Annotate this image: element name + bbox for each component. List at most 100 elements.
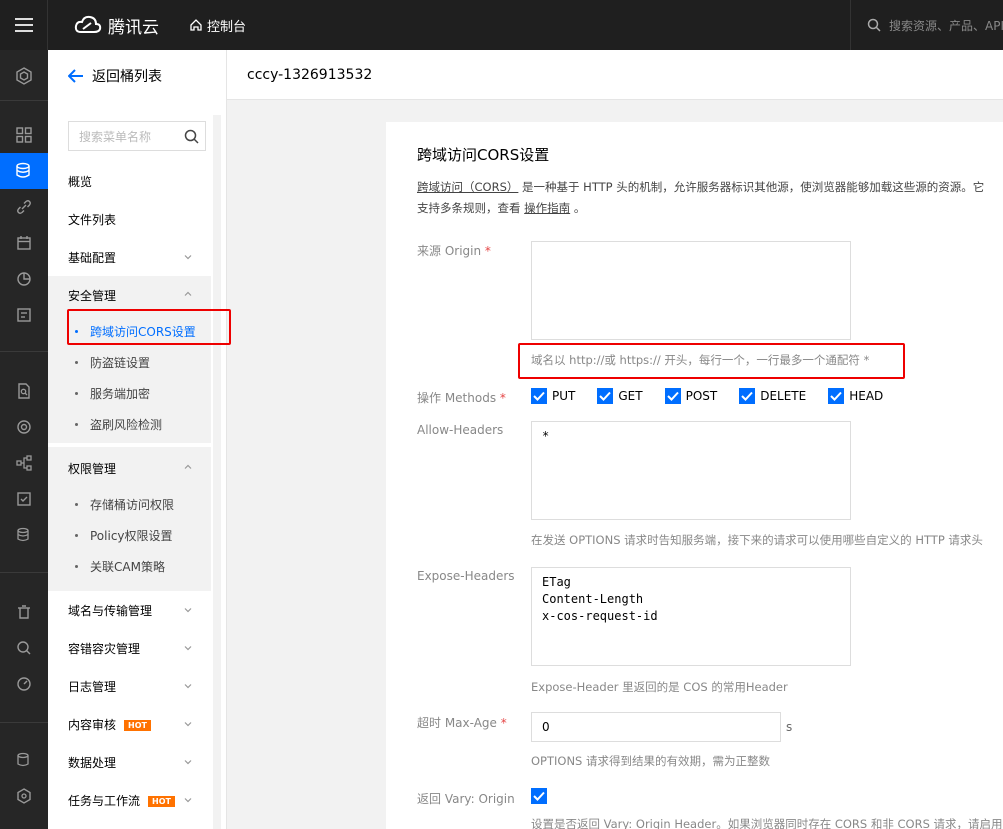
- console-label: 控制台: [207, 19, 247, 35]
- rail-link[interactable]: [0, 189, 48, 225]
- back-to-bucket-list[interactable]: 返回桶列表: [68, 66, 162, 86]
- sidebar-item-basic[interactable]: 基础配置: [68, 249, 116, 266]
- method-label: POST: [685, 389, 718, 403]
- origin-label-text: 来源 Origin: [417, 244, 482, 258]
- rail-hexagon[interactable]: [0, 778, 48, 814]
- sidebar-item-disaster[interactable]: 容错容灾管理: [68, 640, 140, 657]
- page-header: cccy-1326913532: [227, 50, 1003, 100]
- rail-cube[interactable]: [0, 58, 48, 94]
- sub-label: 存储桶访问权限: [90, 498, 175, 512]
- cube-icon: [16, 67, 32, 85]
- chevron-down-icon: [184, 760, 192, 765]
- brand-logo[interactable]: 腾讯云: [74, 13, 159, 38]
- menu-search-input[interactable]: 搜索菜单名称: [68, 121, 206, 151]
- method-put-checkbox[interactable]: PUT: [531, 388, 575, 404]
- allow-headers-textarea[interactable]: *: [531, 421, 851, 520]
- rail-calendar[interactable]: [0, 225, 48, 261]
- sidebar-sub-risk[interactable]: 盗刷风险检测: [75, 416, 162, 433]
- check-icon: [666, 391, 679, 401]
- sidebar-sub-bucket-acl[interactable]: 存储桶访问权限: [75, 496, 174, 513]
- method-head-checkbox[interactable]: HEAD: [828, 388, 883, 404]
- sidebar-item-domain[interactable]: 域名与传输管理: [68, 602, 152, 619]
- zoom-icon: [17, 641, 31, 655]
- highlight-box-menu: [67, 309, 231, 345]
- sidebar-item-task[interactable]: 任务与工作流 HOT: [68, 792, 175, 809]
- method-label: PUT: [552, 389, 576, 403]
- rail-gauge[interactable]: [0, 666, 48, 702]
- hamburger-icon: [14, 18, 33, 32]
- max-age-input[interactable]: 0: [531, 712, 781, 742]
- check-icon: [533, 391, 545, 401]
- database-icon: [17, 527, 29, 542]
- method-get-checkbox[interactable]: GET: [597, 388, 643, 404]
- task-label: 任务与工作流: [68, 794, 141, 808]
- chevron-down-icon: [184, 255, 192, 260]
- rail-report[interactable]: [0, 297, 48, 333]
- chevron-up-icon: [184, 464, 192, 469]
- file-search-icon: [18, 383, 30, 399]
- rail-grid[interactable]: [0, 117, 48, 153]
- rail-zoom[interactable]: [0, 630, 48, 666]
- highlight-box-hint: [518, 343, 905, 379]
- target-icon: [17, 420, 31, 434]
- sidebar-sub-encryption[interactable]: 服务端加密: [75, 385, 150, 402]
- expose-headers-textarea[interactable]: ETag Content-Length x-cos-request-id: [531, 567, 851, 666]
- sidebar-sub-policy[interactable]: Policy权限设置: [75, 527, 173, 544]
- sidebar-item-security[interactable]: 安全管理: [68, 287, 116, 304]
- global-search-placeholder: 搜索资源、产品、API: [889, 18, 1003, 33]
- menu-button[interactable]: [0, 0, 48, 50]
- rail-trash[interactable]: [0, 594, 48, 630]
- rail-storage-2[interactable]: [0, 742, 48, 778]
- method-delete-checkbox[interactable]: DELETE: [739, 388, 806, 404]
- allow-headers-hint: 在发送 OPTIONS 请求时告知服务端，接下来的请求可以使用哪些自定义的 HT…: [531, 533, 983, 547]
- method-post-checkbox[interactable]: POST: [664, 388, 718, 404]
- chevron-down-icon: [184, 798, 192, 803]
- method-label: HEAD: [849, 389, 884, 403]
- sidebar-item-files[interactable]: 文件列表: [68, 211, 116, 228]
- sidebar-item-log[interactable]: 日志管理: [68, 678, 116, 695]
- chevron-down-icon: [184, 684, 192, 689]
- origin-textarea[interactable]: [531, 241, 851, 340]
- rail-storage[interactable]: [0, 153, 48, 189]
- check-icon: [533, 791, 545, 801]
- max-age-unit: s: [786, 720, 793, 734]
- global-search[interactable]: 搜索资源、产品、API: [850, 0, 1003, 50]
- rail-file-search[interactable]: [0, 373, 48, 409]
- max-age-label: 超时 Max-Age *: [417, 716, 507, 730]
- rail-tree[interactable]: [0, 445, 48, 481]
- expose-headers-hint: Expose-Header 里返回的是 COS 的常用Header: [531, 680, 788, 694]
- sidebar-item-content[interactable]: 内容审核 HOT: [68, 716, 151, 733]
- cors-description: 跨域访问（CORS） 是一种基于 HTTP 头的机制，允许服务器标识其他源，使浏…: [417, 177, 1003, 219]
- desc-line-2: 支持多条规则，查看 操作指南 。: [417, 198, 1003, 219]
- sidebar-sub-cam[interactable]: 关联CAM策略: [75, 558, 165, 575]
- guide-link[interactable]: 操作指南: [524, 201, 570, 215]
- cors-doc-link[interactable]: 跨域访问（CORS）: [417, 180, 518, 194]
- sidebar-item-permission[interactable]: 权限管理: [68, 460, 116, 477]
- method-label: DELETE: [760, 389, 807, 403]
- max-age-hint: OPTIONS 请求得到结果的有效期，需为正整数: [531, 754, 771, 768]
- check-icon: [741, 391, 753, 401]
- methods-checkboxes: PUT GET POST DELETE HEAD: [531, 388, 905, 404]
- sidebar-scrollbar[interactable]: [213, 115, 221, 829]
- search-icon[interactable]: [184, 129, 199, 144]
- hot-badge: HOT: [148, 796, 175, 807]
- origin-label: 来源 Origin *: [417, 244, 491, 258]
- rail-check[interactable]: [0, 481, 48, 517]
- hexagon-icon: [17, 788, 31, 804]
- chevron-up-icon: [184, 291, 192, 296]
- storage-settings-icon: [17, 752, 29, 767]
- sidebar-item-data[interactable]: 数据处理: [68, 754, 116, 771]
- sidebar-item-overview[interactable]: 概览: [68, 173, 92, 190]
- method-label: GET: [618, 389, 643, 403]
- checklist-icon: [17, 492, 31, 506]
- console-link[interactable]: 控制台: [189, 16, 246, 35]
- rail-pie[interactable]: [0, 261, 48, 297]
- rail-target[interactable]: [0, 409, 48, 445]
- vary-checkbox[interactable]: [531, 788, 552, 804]
- sub-label: 关联CAM策略: [90, 560, 165, 574]
- sub-label: 盗刷风险检测: [90, 418, 163, 432]
- sidebar-sub-hotlink[interactable]: 防盗链设置: [75, 354, 150, 371]
- brand-name: 腾讯云: [108, 17, 159, 38]
- rail-database[interactable]: [0, 517, 48, 553]
- sidebar: 返回桶列表 搜索菜单名称 概览 文件列表 基础配置 安全管理 跨域访问CORS设…: [48, 50, 227, 829]
